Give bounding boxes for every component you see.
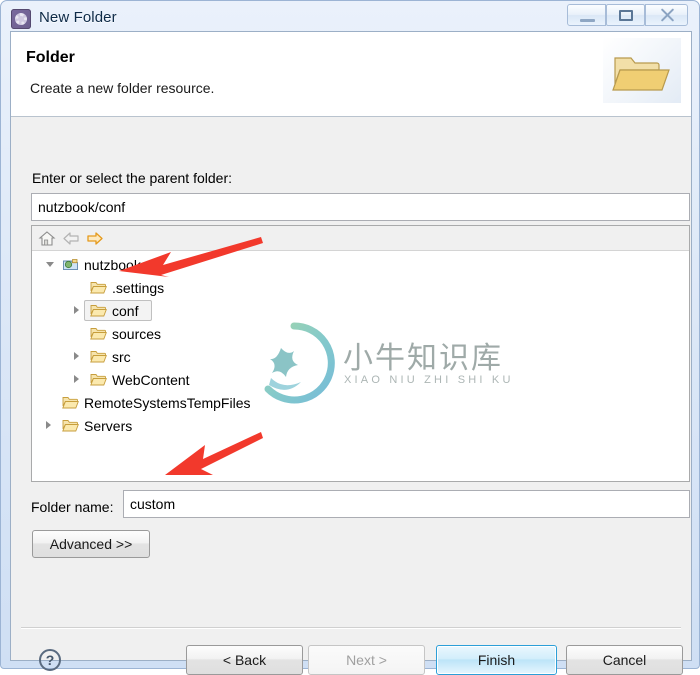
next-button: Next > [308,645,425,675]
folder-name-input[interactable]: custom [123,490,690,518]
tree-item-label: src [112,348,131,365]
home-icon[interactable] [38,230,56,247]
forward-arrow-icon[interactable] [86,230,104,247]
page-title: Folder [26,49,75,66]
parent-folder-label: Enter or select the parent folder: [32,170,232,186]
back-button[interactable]: < Back [186,645,303,675]
close-button[interactable] [645,4,688,26]
open-folder-icon [603,38,681,103]
tree-item-label: conf [112,302,139,319]
chevron-right-icon[interactable] [74,306,79,314]
tree-item-sources[interactable]: sources [32,322,689,345]
footer-separator [21,627,681,629]
finish-button[interactable]: Finish [436,645,557,675]
folder-name-label: Folder name: [31,499,114,515]
window-title: New Folder [39,9,117,26]
tree-item-src[interactable]: src [32,345,689,368]
new-folder-dialog: New Folder Folder Create a new folder re… [0,0,700,675]
dialog-client-area: Folder Create a new folder resource. Ent… [10,31,692,675]
tree-item-remotesystemstempfiles[interactable]: RemoteSystemsTempFiles [32,391,689,414]
tree-item-label: .settings [112,279,165,296]
parent-folder-input[interactable]: nutzbook/conf [31,193,690,221]
tree-item-conf[interactable]: conf [32,299,689,322]
tree-item-label: sources [112,325,162,342]
tree-item-label: Servers [84,417,133,434]
tree-item-label: RemoteSystemsTempFiles [84,394,251,411]
advanced-button[interactable]: Advanced >> [32,530,150,558]
eclipse-gear-icon [11,9,31,29]
back-arrow-icon [63,232,79,245]
chevron-down-icon[interactable] [46,262,54,267]
maximize-button[interactable] [606,4,645,26]
page-description: Create a new folder resource. [30,80,215,96]
help-icon[interactable]: ? [39,649,61,671]
tree-item-label: WebContent [112,371,190,388]
tree-item--settings[interactable]: .settings [32,276,689,299]
chevron-right-icon[interactable] [46,421,51,429]
folder-tree[interactable]: nutzbook .settings conf sources src WebConten… [32,251,689,481]
folder-tree-panel: nutzbook .settings conf sources src WebConten… [31,225,690,482]
tree-item-label: nutzbook [84,256,141,273]
tree-item-servers[interactable]: Servers [32,414,689,437]
tree-toolbar [32,226,689,251]
tree-item-webcontent[interactable]: WebContent [32,368,689,391]
dialog-banner: Folder Create a new folder resource. [11,32,691,117]
tree-item-nutzbook[interactable]: nutzbook [32,253,689,276]
chevron-right-icon[interactable] [74,352,79,360]
chevron-right-icon[interactable] [74,375,79,383]
cancel-button[interactable]: Cancel [566,645,683,675]
minimize-button[interactable] [567,4,606,26]
